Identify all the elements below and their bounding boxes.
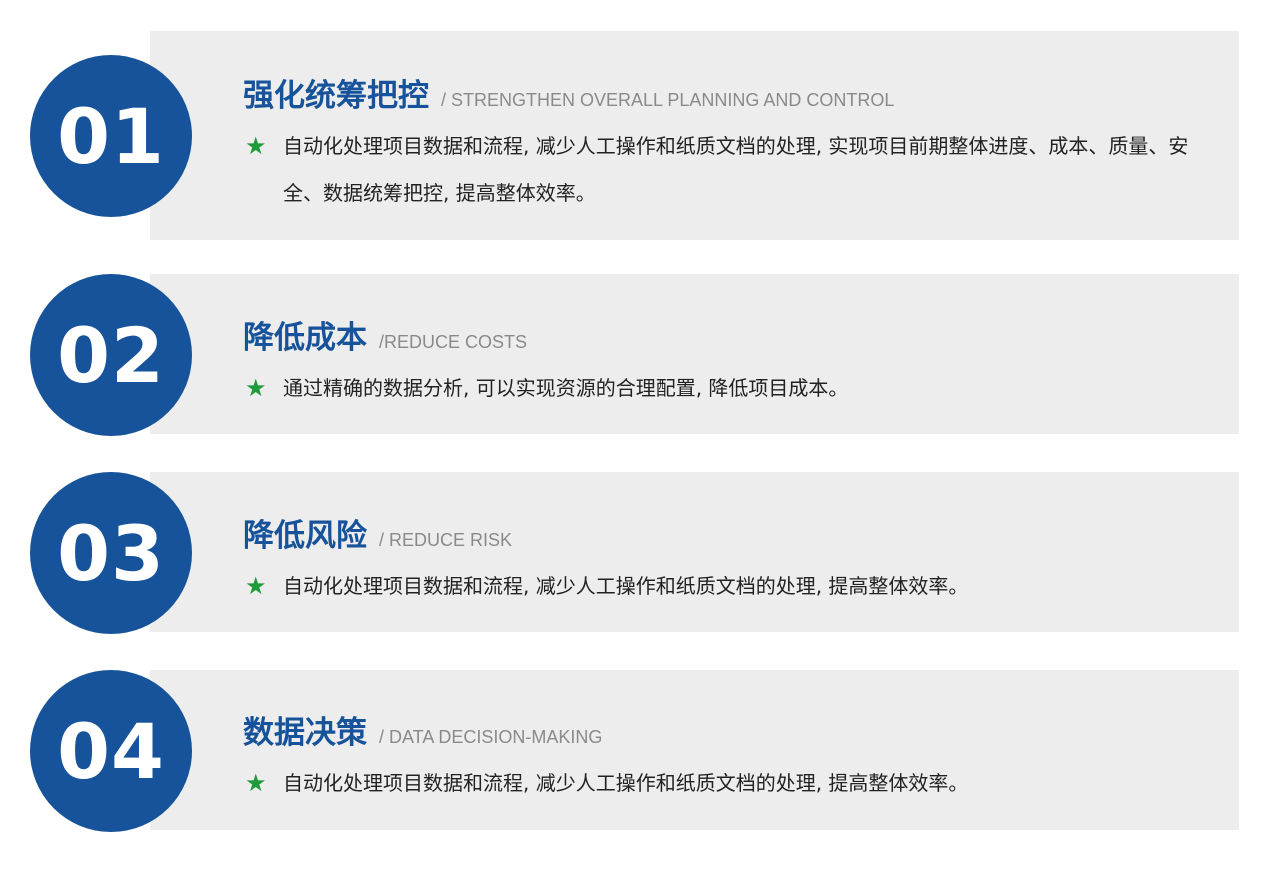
feature-title: 降低风险 [243, 518, 367, 554]
feature-description-text: 通过精确的数据分析, 可以实现资源的合理配置, 降低项目成本。 [283, 376, 849, 400]
feature-description-2: ★ 通过精确的数据分析, 可以实现资源的合理配置, 降低项目成本。 [245, 365, 1220, 412]
feature-subtitle: /REDUCE COSTS [379, 332, 528, 352]
feature-title: 强化统筹把控 [243, 78, 429, 114]
feature-description-4: ★ 自动化处理项目数据和流程, 减少人工操作和纸质文档的处理, 提高整体效率。 [245, 760, 1220, 807]
feature-heading-2: 降低成本 /REDUCE COSTS [243, 312, 527, 357]
feature-description-3: ★ 自动化处理项目数据和流程, 减少人工操作和纸质文档的处理, 提高整体效率。 [245, 563, 1220, 610]
number-badge-3: 03 [30, 472, 192, 634]
feature-title: 数据决策 [243, 715, 367, 751]
number-badge-4: 04 [30, 670, 192, 832]
number-badge-1: 01 [30, 55, 192, 217]
feature-heading-3: 降低风险 / REDUCE RISK [243, 510, 512, 555]
feature-heading-1: 强化统筹把控 / STRENGTHEN OVERALL PLANNING AND… [243, 70, 894, 115]
feature-description-1: ★ 自动化处理项目数据和流程, 减少人工操作和纸质文档的处理, 实现项目前期整体… [245, 123, 1220, 217]
feature-title: 降低成本 [243, 320, 367, 356]
feature-subtitle: / REDUCE RISK [379, 530, 513, 550]
star-icon: ★ [245, 374, 267, 402]
star-icon: ★ [245, 769, 267, 797]
feature-subtitle: / DATA DECISION-MAKING [379, 727, 603, 747]
star-icon: ★ [245, 132, 267, 160]
feature-description-text: 自动化处理项目数据和流程, 减少人工操作和纸质文档的处理, 提高整体效率。 [283, 771, 969, 795]
feature-description-text: 自动化处理项目数据和流程, 减少人工操作和纸质文档的处理, 实现项目前期整体进度… [283, 134, 1189, 205]
feature-subtitle: / STRENGTHEN OVERALL PLANNING AND CONTRO… [441, 90, 895, 110]
feature-description-text: 自动化处理项目数据和流程, 减少人工操作和纸质文档的处理, 提高整体效率。 [283, 574, 969, 598]
number-badge-2: 02 [30, 274, 192, 436]
feature-heading-4: 数据决策 / DATA DECISION-MAKING [243, 707, 602, 752]
star-icon: ★ [245, 572, 267, 600]
